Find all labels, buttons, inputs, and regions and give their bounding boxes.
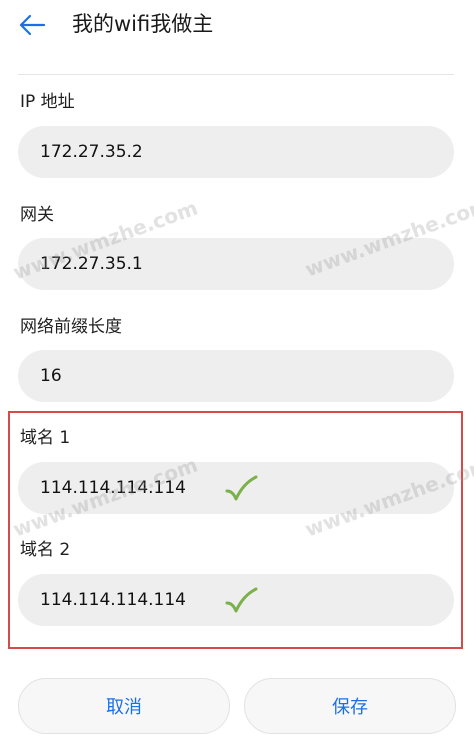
dns1-label: 域名 1 <box>20 428 71 448</box>
checkmark-icon <box>225 587 258 613</box>
gateway-input[interactable]: 172.27.35.1 <box>18 238 454 290</box>
checkmark-icon <box>225 475 258 501</box>
app-bar: 我的wifi我做主 <box>0 0 474 50</box>
ip-label: IP 地址 <box>20 92 75 112</box>
ip-value: 172.27.35.2 <box>40 142 143 162</box>
dns2-label: 域名 2 <box>20 540 71 560</box>
save-button-label: 保存 <box>332 697 368 718</box>
dns1-input[interactable]: 114.114.114.114 <box>18 462 454 514</box>
gateway-value: 172.27.35.1 <box>40 254 143 274</box>
divider <box>18 74 454 75</box>
prefix-input[interactable]: 16 <box>18 350 454 402</box>
ip-input[interactable]: 172.27.35.2 <box>18 126 454 178</box>
gateway-label: 网关 <box>20 205 54 225</box>
cancel-button[interactable]: 取消 <box>18 678 230 734</box>
back-button[interactable] <box>12 8 52 42</box>
page-title: 我的wifi我做主 <box>72 12 214 36</box>
save-button[interactable]: 保存 <box>244 678 456 734</box>
dns1-value: 114.114.114.114 <box>40 478 187 498</box>
prefix-value: 16 <box>40 366 62 386</box>
screen: 我的wifi我做主 IP 地址 172.27.35.2 网关 172.27.35… <box>0 0 474 745</box>
arrow-left-icon <box>19 14 46 36</box>
prefix-label: 网络前缀长度 <box>20 317 122 337</box>
dns2-value: 114.114.114.114 <box>40 590 187 610</box>
dns2-input[interactable]: 114.114.114.114 <box>18 574 454 626</box>
cancel-button-label: 取消 <box>106 697 142 718</box>
